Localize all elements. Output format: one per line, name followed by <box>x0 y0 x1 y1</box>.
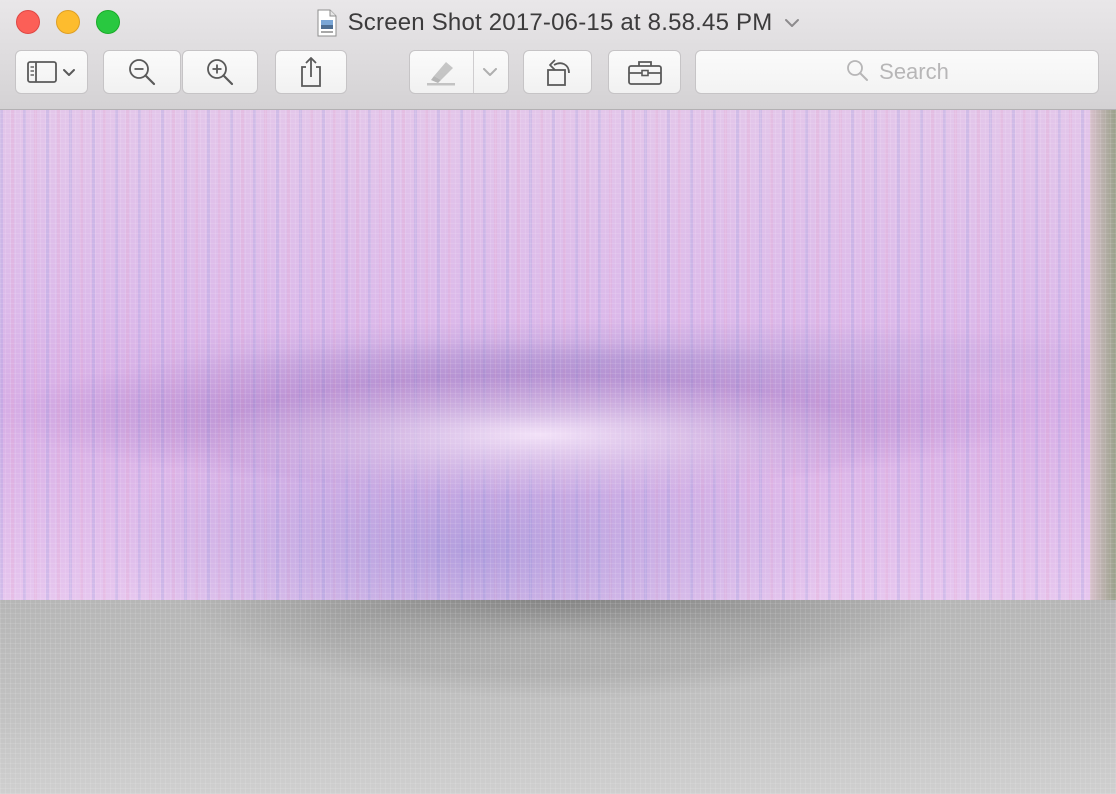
zoom-out-icon <box>127 57 157 87</box>
sidebar-icon <box>26 60 78 84</box>
sidebar-view-button[interactable] <box>15 50 88 94</box>
markup-toolbar-button[interactable] <box>608 50 681 94</box>
share-button[interactable] <box>275 50 347 94</box>
search-field[interactable]: Search <box>695 50 1099 94</box>
window-title: Screen Shot 2017-06-15 at 8.58.45 PM <box>347 9 773 36</box>
split-divider <box>473 51 474 93</box>
photo-image-grayscale-band <box>0 600 1116 794</box>
toolbox-icon <box>627 58 663 86</box>
preview-window: Screen Shot 2017-06-15 at 8.58.45 PM Sea… <box>0 0 1116 794</box>
image-canvas[interactable] <box>0 110 1116 794</box>
titlebar[interactable]: Screen Shot 2017-06-15 at 8.58.45 PM Sea… <box>0 0 1116 110</box>
chevron-down-icon[interactable] <box>784 17 800 29</box>
rotate-button[interactable] <box>523 50 592 94</box>
photo-image-edge <box>1090 110 1116 600</box>
search-icon <box>845 58 869 87</box>
photo-image <box>0 110 1090 600</box>
markup-button[interactable] <box>409 50 509 94</box>
chevron-down-icon[interactable] <box>472 67 508 77</box>
search-placeholder: Search <box>879 59 949 84</box>
preview-document-icon <box>316 9 338 37</box>
highlighter-icon <box>410 58 472 86</box>
zoom-out-button[interactable] <box>103 50 181 94</box>
zoom-in-button[interactable] <box>182 50 258 94</box>
rotate-left-icon <box>541 56 575 88</box>
zoom-in-icon <box>205 57 235 87</box>
window-title-area[interactable]: Screen Shot 2017-06-15 at 8.58.45 PM <box>0 6 1116 40</box>
share-icon <box>298 56 324 88</box>
